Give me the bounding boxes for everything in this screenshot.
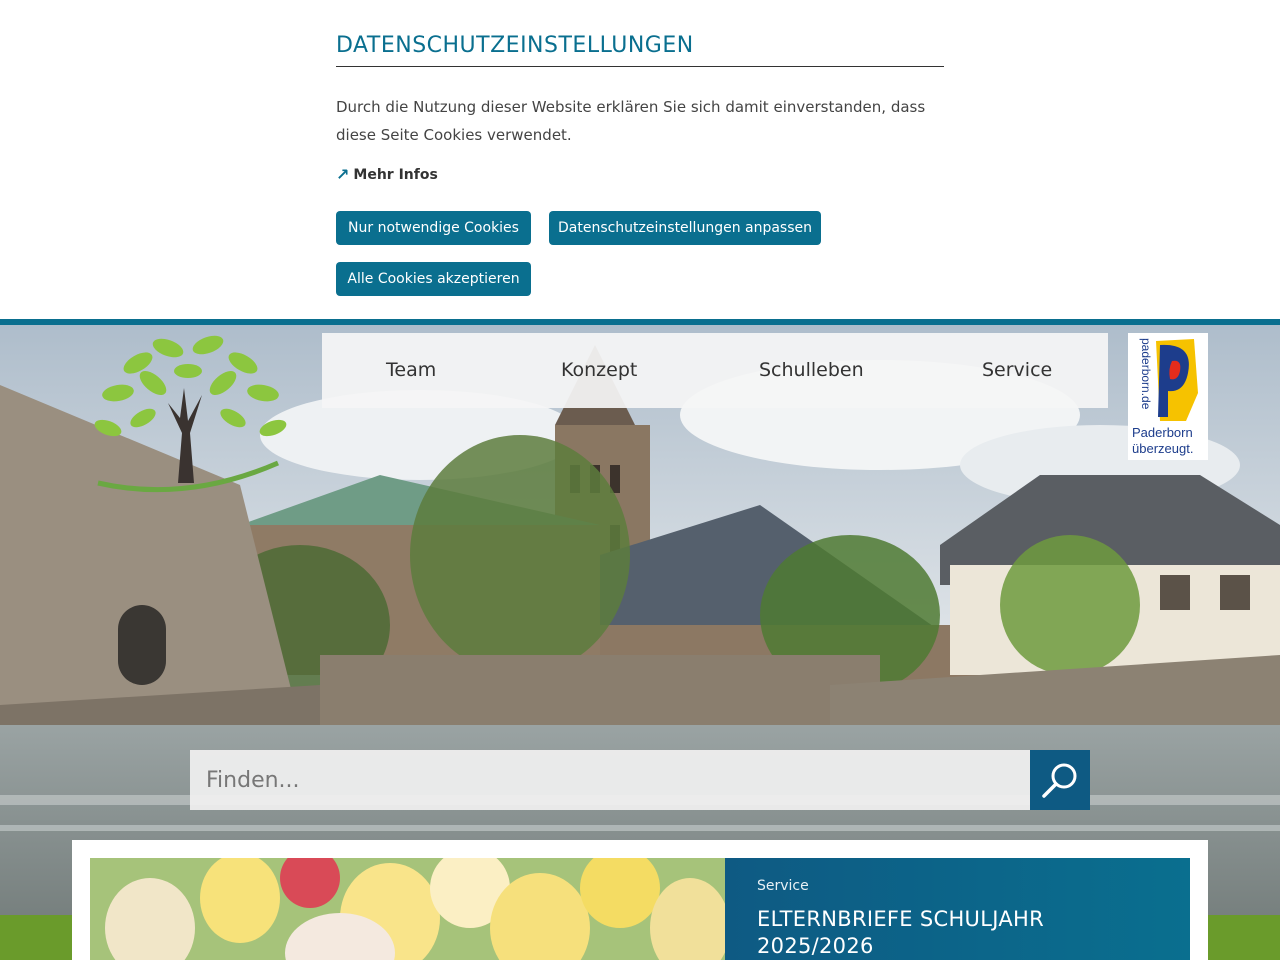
nav-item-team[interactable]: Team [386,359,436,381]
teaser-info: Service ELTERNBRIEFE SCHULJAHR 2025/2026 [725,858,1190,960]
external-arrow-icon: ↗ [336,165,350,184]
search-input[interactable] [190,750,1030,810]
teaser-card[interactable]: Service ELTERNBRIEFE SCHULJAHR 2025/2026 [72,840,1208,960]
teaser-image [90,858,725,960]
accept-all-cookies-button[interactable]: Alle Cookies akzeptieren [336,262,531,296]
more-info-link[interactable]: ↗ Mehr Infos [336,165,944,184]
customize-privacy-button[interactable]: Datenschutzeinstellungen anpassen [549,211,821,245]
tree-logo[interactable] [78,333,294,493]
more-info-label: Mehr Infos [353,166,438,183]
cookie-title: DATENSCHUTZEINSTELLUNGEN [336,33,944,67]
badge-url: paderborn.de [1139,338,1153,410]
paderborn-badge[interactable]: paderborn.de Paderborn überzeugt. [1128,333,1208,460]
badge-line1: Paderborn [1132,425,1193,440]
cookie-text: Durch die Nutzung dieser Website erkläre… [336,98,926,144]
search-bar [190,750,1030,810]
search-button[interactable] [1030,750,1090,810]
teaser-category: Service [757,878,809,894]
necessary-cookies-button[interactable]: Nur notwendige Cookies [336,211,531,245]
main-nav: Team Konzept Schulleben Service [322,333,1108,408]
search-icon [1042,763,1077,798]
teaser-title[interactable]: ELTERNBRIEFE SCHULJAHR 2025/2026 [757,906,1077,960]
nav-item-service[interactable]: Service [982,359,1052,381]
hero-section: Team Konzept Schulleben Service paderbor… [0,325,1280,960]
nav-item-konzept[interactable]: Konzept [561,359,637,381]
nav-item-schulleben[interactable]: Schulleben [759,359,864,381]
cookie-banner: DATENSCHUTZEINSTELLUNGEN Durch die Nutzu… [0,0,1280,320]
badge-line2: überzeugt. [1132,441,1193,456]
